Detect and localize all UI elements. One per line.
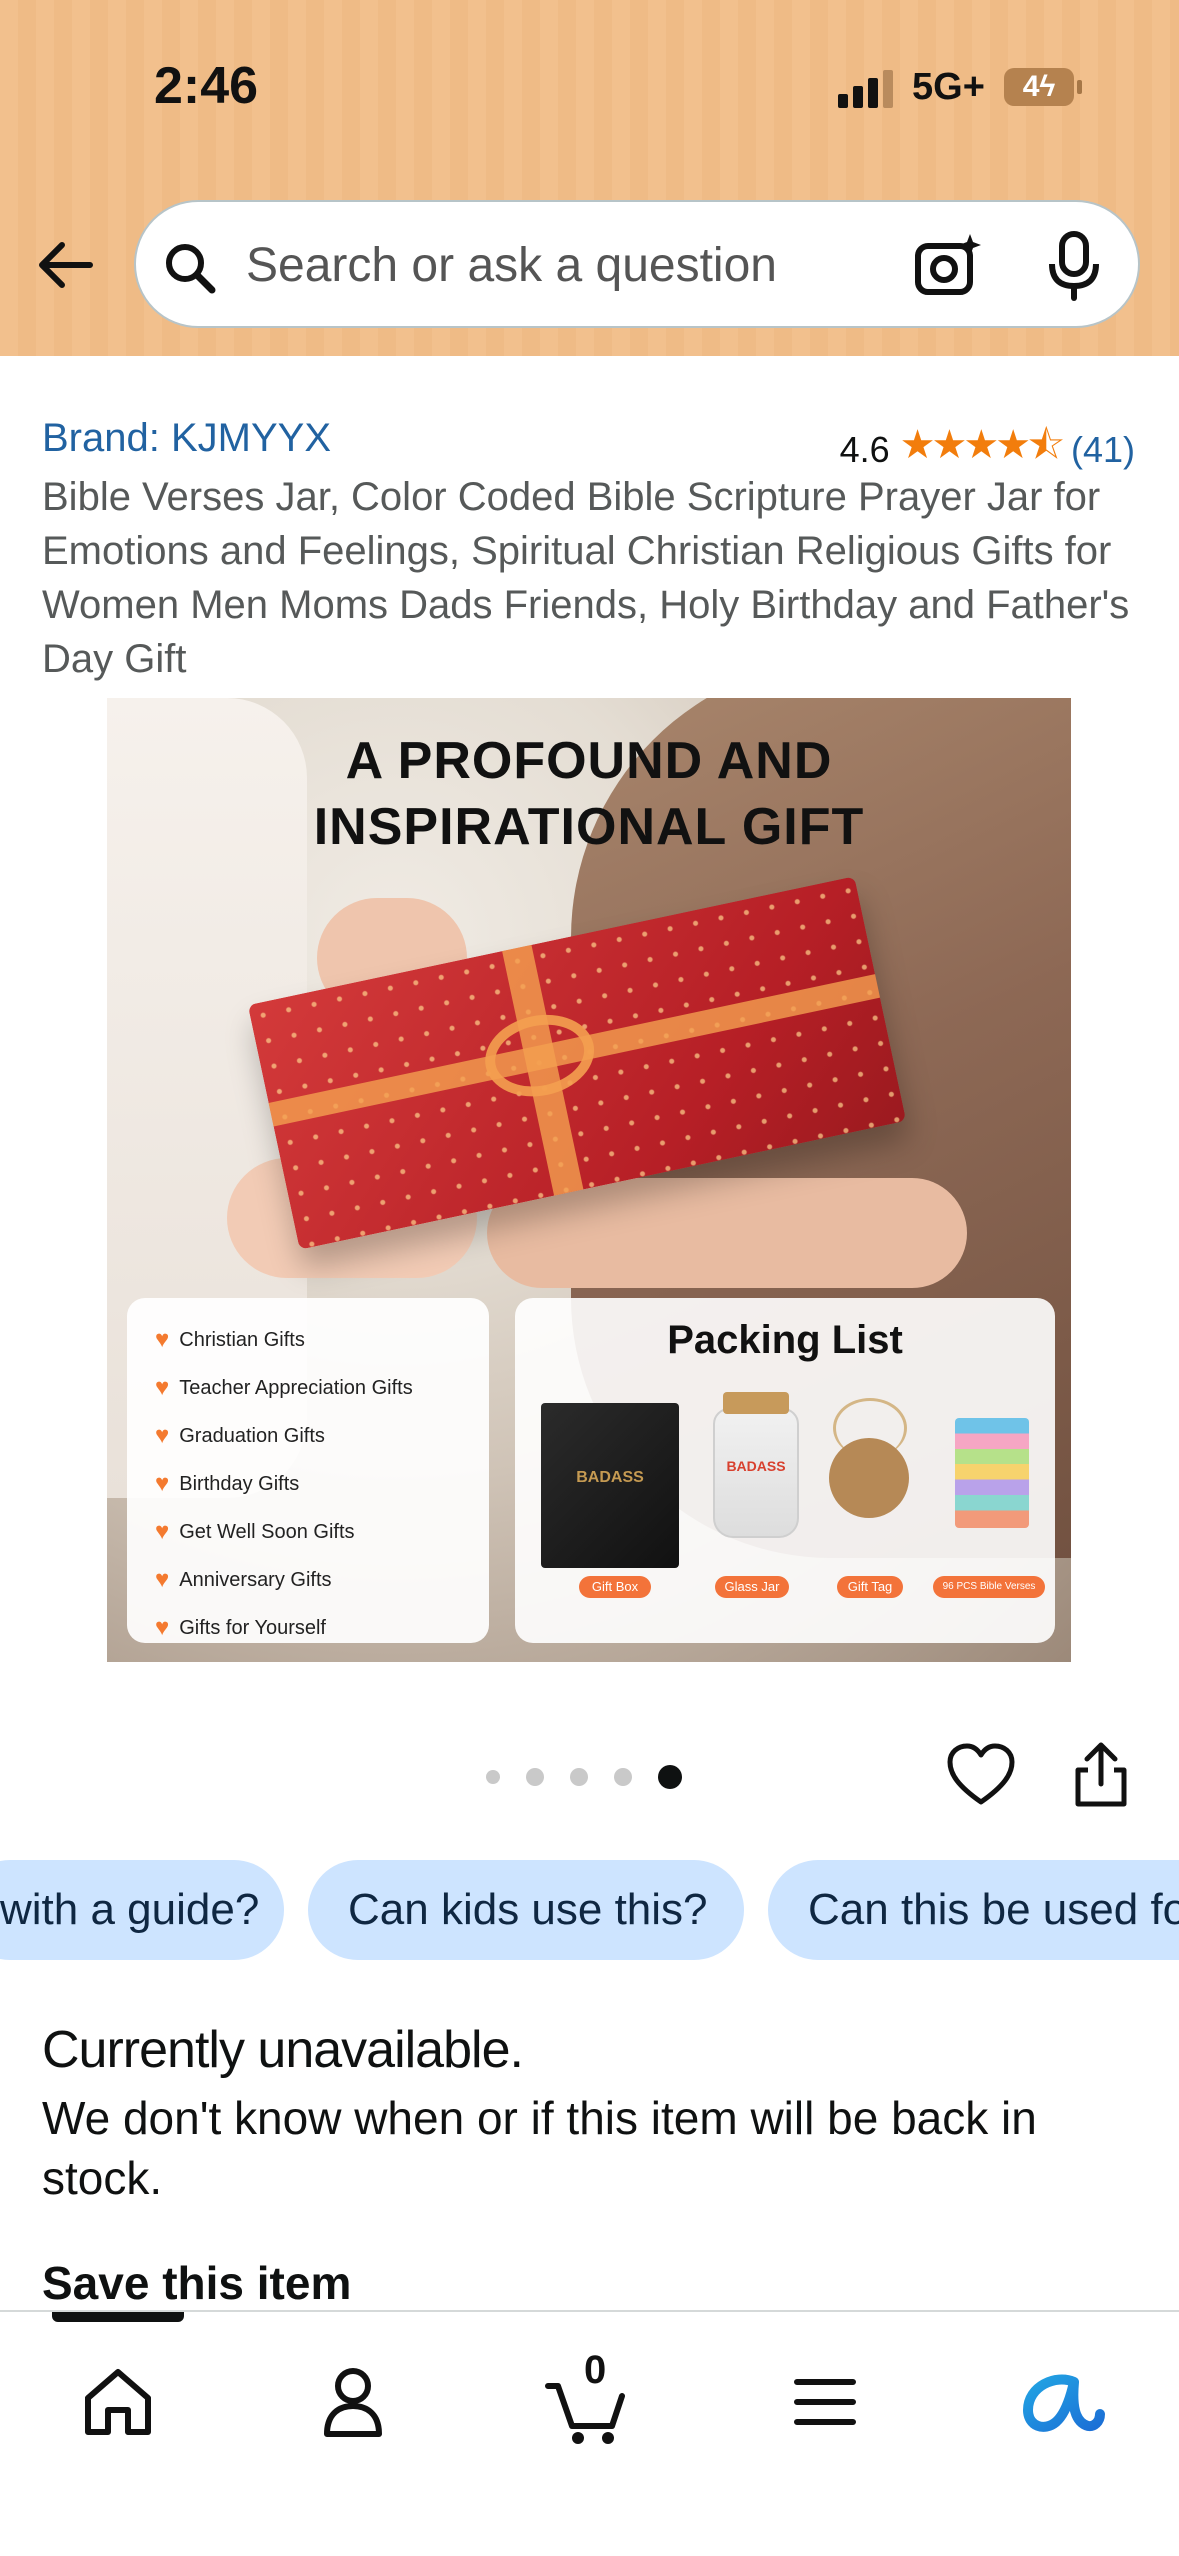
question-chips: with a guide? Can kids use this? Can thi… xyxy=(0,1860,1179,1960)
heart-bullet-icon: ♥ xyxy=(155,1422,170,1449)
question-chip[interactable]: Can kids use this? xyxy=(308,1860,744,1960)
heart-bullet-icon: ♥ xyxy=(155,1326,170,1353)
carousel-dot[interactable] xyxy=(486,1770,500,1784)
gift-occasion-item: ♥ Gifts for Yourself xyxy=(155,1604,489,1652)
camera-search-icon[interactable] xyxy=(912,230,984,302)
cellular-signal-icon xyxy=(838,66,898,108)
gift-occasion-label: Birthday Gifts xyxy=(179,1472,300,1495)
question-chip[interactable]: with a guide? xyxy=(0,1860,284,1960)
image-headline-line1: A PROFOUND AND xyxy=(345,732,833,790)
gift-occasion-item: ♥ Get Well Soon Gifts xyxy=(155,1508,489,1556)
gift-occasion-item: ♥ Birthday Gifts xyxy=(155,1460,489,1508)
rufus-icon[interactable] xyxy=(1010,2352,1110,2452)
image-headline-line2: INSPIRATIONAL GIFT xyxy=(313,798,865,856)
gift-tag-image xyxy=(829,1438,909,1518)
packing-list-card: Packing List BADASS BADASS Gift Box Glas… xyxy=(515,1298,1055,1643)
top-header: 2:46 5G+ 4ϟ xyxy=(0,0,1179,356)
account-icon[interactable] xyxy=(303,2352,403,2452)
carousel-dot[interactable] xyxy=(570,1768,588,1786)
heart-bullet-icon: ♥ xyxy=(155,1518,170,1545)
brand-link[interactable]: Brand: KJMYYX xyxy=(42,416,331,461)
heart-bullet-icon: ♥ xyxy=(155,1374,170,1401)
status-time: 2:46 xyxy=(154,57,259,115)
packing-item-label: Gift Box xyxy=(579,1576,651,1598)
image-headline: A PROFOUND AND INSPIRATIONAL GIFT xyxy=(107,728,1071,860)
gift-occasion-label: Teacher Appreciation Gifts xyxy=(179,1376,413,1399)
back-arrow-icon[interactable] xyxy=(32,230,102,300)
review-count[interactable]: (41) xyxy=(1071,429,1135,471)
microphone-icon[interactable] xyxy=(1044,230,1104,302)
packing-list-title: Packing List xyxy=(667,1318,903,1362)
search-input[interactable] xyxy=(246,228,886,302)
gift-occasion-item: ♥ Anniversary Gifts xyxy=(155,1556,489,1604)
menu-icon[interactable] xyxy=(775,2352,875,2452)
home-icon[interactable] xyxy=(68,2352,168,2452)
glass-jar-image: BADASS xyxy=(713,1392,799,1538)
jar-lid xyxy=(723,1392,789,1414)
gift-occasion-item: ♥ Teacher Appreciation Gifts xyxy=(155,1364,489,1412)
carousel-dot[interactable] xyxy=(614,1768,632,1786)
wishlist-heart-icon[interactable] xyxy=(946,1742,1016,1808)
gift-occasion-label: Graduation Gifts xyxy=(179,1424,325,1447)
jar-brand-text: BADASS xyxy=(726,1458,786,1474)
heart-bullet-icon: ♥ xyxy=(155,1470,170,1497)
product-title: Bible Verses Jar, Color Coded Bible Scri… xyxy=(42,475,1130,681)
product-image[interactable]: A PROFOUND AND INSPIRATIONAL GIFT ♥ Chris… xyxy=(107,698,1071,1662)
availability-message: We don't know when or if this item will … xyxy=(42,2092,1037,2204)
gift-occasion-label: Anniversary Gifts xyxy=(179,1568,332,1591)
carousel-dots xyxy=(486,1765,682,1789)
battery-level: 4 xyxy=(1022,70,1040,103)
gift-occasion-item: ♥ Graduation Gifts xyxy=(155,1412,489,1460)
network-type: 5G+ xyxy=(912,66,985,108)
gift-occasion-label: Christian Gifts xyxy=(179,1328,305,1351)
bottom-navigation: 0 xyxy=(0,2310,1179,2556)
cart-count: 0 xyxy=(584,2348,607,2392)
battery-icon: 4ϟ xyxy=(1004,68,1074,106)
active-tab-indicator xyxy=(52,2312,184,2322)
gift-occasions-card: ♥ Christian Gifts ♥ Teacher Appreciation G… xyxy=(127,1298,489,1643)
bible-verses-image xyxy=(955,1418,1029,1528)
question-chip[interactable]: Can this be used fo xyxy=(768,1860,1179,1960)
gift-occasion-label: Get Well Soon Gifts xyxy=(179,1520,355,1543)
availability-status: Currently unavailable. xyxy=(42,2021,524,2079)
cart-button[interactable]: 0 xyxy=(538,2348,638,2452)
battery-nub xyxy=(1077,80,1082,94)
search-icon xyxy=(166,244,216,294)
heart-bullet-icon: ♥ xyxy=(155,1614,170,1641)
gift-occasion-item: ♥ Christian Gifts xyxy=(155,1316,489,1364)
packing-item-label: Glass Jar xyxy=(715,1576,789,1598)
save-item-heading: Save this item xyxy=(42,2257,352,2309)
carousel-dot[interactable] xyxy=(526,1768,544,1786)
search-bar[interactable] xyxy=(134,200,1140,328)
box-brand-text: BADASS xyxy=(576,1469,644,1486)
packing-item-label: Gift Tag xyxy=(837,1576,903,1598)
carousel-dot-active[interactable] xyxy=(658,1765,682,1789)
packing-item-label: 96 PCS Bible Verses xyxy=(933,1576,1045,1598)
heart-bullet-icon: ♥ xyxy=(155,1566,170,1593)
rating-value: 4.6 xyxy=(839,429,890,470)
gift-occasion-label: Gifts for Yourself xyxy=(179,1616,326,1639)
gift-bow xyxy=(477,1005,602,1107)
gift-box-image: BADASS xyxy=(541,1403,679,1568)
share-icon[interactable] xyxy=(1068,1740,1134,1810)
